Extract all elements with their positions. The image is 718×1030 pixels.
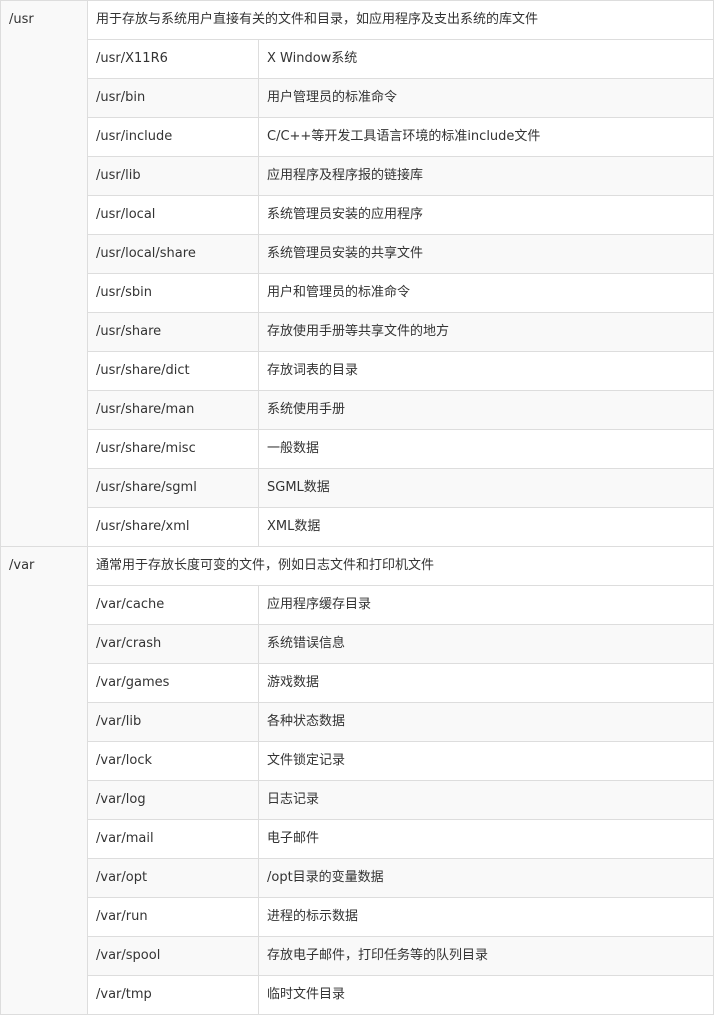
subdirectory-path-cell: /var/lib xyxy=(87,702,259,742)
subdirectory-description-cell: 临时文件目录 xyxy=(257,975,715,1015)
subdirectory-path-cell: /usr/bin xyxy=(87,78,259,118)
subdirectory-path-cell: /usr/local/share xyxy=(87,234,259,274)
subdirectory-description-cell: 电子邮件 xyxy=(257,819,715,859)
subdirectory-path-cell: /var/lock xyxy=(87,741,259,781)
table-row: /usr/share/misc 一般数据 xyxy=(1,429,715,469)
subdirectory-path-cell: /var/tmp xyxy=(87,975,259,1015)
table-row: /usr/share/man 系统使用手册 xyxy=(1,390,715,430)
subdirectory-path-cell: /usr/local xyxy=(87,195,259,235)
table-row: /var/tmp 临时文件目录 xyxy=(1,975,715,1015)
subdirectory-description-cell: 应用程序及程序报的链接库 xyxy=(257,156,715,196)
subdirectory-path-cell: /usr/X11R6 xyxy=(87,39,259,79)
group-directory-cell: /usr xyxy=(0,0,88,547)
directory-table: /usr 用于存放与系统用户直接有关的文件和目录，如应用程序及支出系统的库文件/u… xyxy=(0,0,715,1015)
subdirectory-description-cell: 存放电子邮件，打印任务等的队列目录 xyxy=(257,936,715,976)
table-row: /usr/share 存放使用手册等共享文件的地方 xyxy=(1,312,715,352)
table-row: /var/run 进程的标示数据 xyxy=(1,897,715,937)
subdirectory-description-cell: 用户和管理员的标准命令 xyxy=(257,273,715,313)
table-row: /var/mail 电子邮件 xyxy=(1,819,715,859)
subdirectory-path-cell: /usr/share/xml xyxy=(87,507,259,547)
subdirectory-description-cell: 系统使用手册 xyxy=(257,390,715,430)
subdirectory-description-cell: 系统管理员安装的应用程序 xyxy=(257,195,715,235)
table-row: /var/lib 各种状态数据 xyxy=(1,702,715,742)
subdirectory-description-cell: /opt目录的变量数据 xyxy=(257,858,715,898)
table-row: /usr/include C/C++等开发工具语言环境的标准include文件 xyxy=(1,117,715,157)
subdirectory-description-cell: X Window系统 xyxy=(257,39,715,79)
subdirectory-path-cell: /var/run xyxy=(87,897,259,937)
subdirectory-description-cell: 日志记录 xyxy=(257,780,715,820)
table-row: /usr/X11R6 X Window系统 xyxy=(1,39,715,79)
subdirectory-description-cell: XML数据 xyxy=(257,507,715,547)
group-description-cell: 用于存放与系统用户直接有关的文件和目录，如应用程序及支出系统的库文件 xyxy=(86,0,715,40)
subdirectory-path-cell: /usr/lib xyxy=(87,156,259,196)
subdirectory-description-cell: 存放使用手册等共享文件的地方 xyxy=(257,312,715,352)
subdirectory-path-cell: /var/crash xyxy=(87,624,259,664)
subdirectory-path-cell: /var/opt xyxy=(87,858,259,898)
group-header-row: /usr 用于存放与系统用户直接有关的文件和目录，如应用程序及支出系统的库文件 xyxy=(0,0,715,547)
subdirectory-description-cell: C/C++等开发工具语言环境的标准include文件 xyxy=(257,117,715,157)
directory-table-body: /usr 用于存放与系统用户直接有关的文件和目录，如应用程序及支出系统的库文件/u… xyxy=(0,0,715,1015)
table-row: /usr/share/dict 存放词表的目录 xyxy=(1,351,715,391)
subdirectory-path-cell: /usr/share xyxy=(87,312,259,352)
subdirectory-description-cell: 各种状态数据 xyxy=(257,702,715,742)
table-row: /var/opt/opt目录的变量数据 xyxy=(1,858,715,898)
table-row: /var/lock 文件锁定记录 xyxy=(1,741,715,781)
subdirectory-description-cell: 一般数据 xyxy=(257,429,715,469)
subdirectory-description-cell: 文件锁定记录 xyxy=(257,741,715,781)
table-row: /usr/local/share 系统管理员安装的共享文件 xyxy=(1,234,715,274)
group-header-row: /var 通常用于存放长度可变的文件，例如日志文件和打印机文件 xyxy=(0,546,715,1015)
subdirectory-path-cell: /var/mail xyxy=(87,819,259,859)
subdirectory-path-cell: /usr/include xyxy=(87,117,259,157)
subdirectory-path-cell: /var/cache xyxy=(87,585,259,625)
table-row: /var/log 日志记录 xyxy=(1,780,715,820)
table-row: /var/cache 应用程序缓存目录 xyxy=(1,585,715,625)
subdirectory-path-cell: /usr/sbin xyxy=(87,273,259,313)
subdirectory-description-cell: SGML数据 xyxy=(257,468,715,508)
table-row: /usr/local 系统管理员安装的应用程序 xyxy=(1,195,715,235)
table-row: /usr/share/sgml SGML数据 xyxy=(1,468,715,508)
group-description-cell: 通常用于存放长度可变的文件，例如日志文件和打印机文件 xyxy=(86,546,715,586)
subdirectory-path-cell: /var/log xyxy=(87,780,259,820)
table-row: /usr/sbin 用户和管理员的标准命令 xyxy=(1,273,715,313)
table-row: /usr/bin 用户管理员的标准命令 xyxy=(1,78,715,118)
subdirectory-path-cell: /usr/share/man xyxy=(87,390,259,430)
subdirectory-description-cell: 游戏数据 xyxy=(257,663,715,703)
subdirectory-path-cell: /var/games xyxy=(87,663,259,703)
subdirectory-path-cell: /usr/share/sgml xyxy=(87,468,259,508)
subdirectory-path-cell: /usr/share/dict xyxy=(87,351,259,391)
table-row: /var/spool 存放电子邮件，打印任务等的队列目录 xyxy=(1,936,715,976)
subdirectory-description-cell: 用户管理员的标准命令 xyxy=(257,78,715,118)
table-row: /var/crash 系统错误信息 xyxy=(1,624,715,664)
subdirectory-description-cell: 应用程序缓存目录 xyxy=(257,585,715,625)
subdirectory-description-cell: 系统错误信息 xyxy=(257,624,715,664)
group-directory-cell: /var xyxy=(0,546,88,1015)
table-row: /usr/share/xml XML数据 xyxy=(1,507,715,547)
table-row: /var/games 游戏数据 xyxy=(1,663,715,703)
subdirectory-description-cell: 进程的标示数据 xyxy=(257,897,715,937)
subdirectory-description-cell: 存放词表的目录 xyxy=(257,351,715,391)
subdirectory-description-cell: 系统管理员安装的共享文件 xyxy=(257,234,715,274)
table-row: /usr/lib 应用程序及程序报的链接库 xyxy=(1,156,715,196)
subdirectory-path-cell: /var/spool xyxy=(87,936,259,976)
subdirectory-path-cell: /usr/share/misc xyxy=(87,429,259,469)
